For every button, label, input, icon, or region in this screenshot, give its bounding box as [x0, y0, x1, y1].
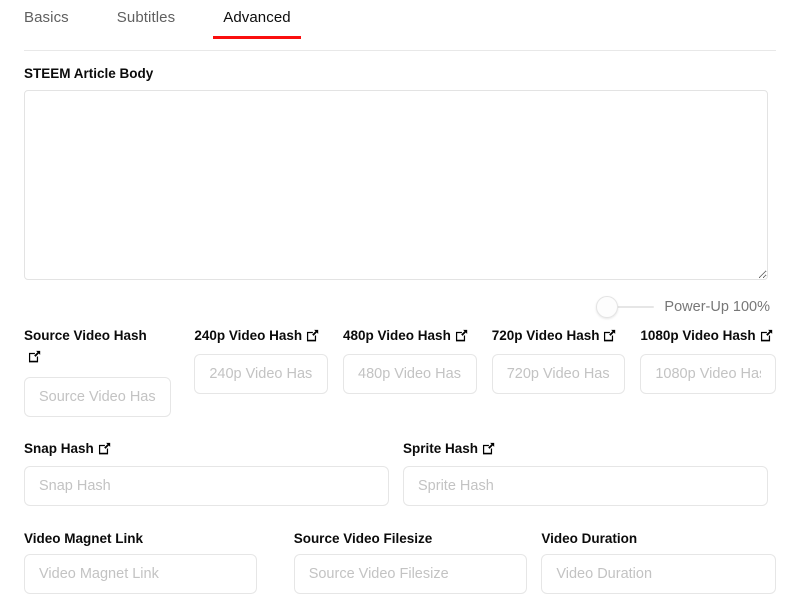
snap-hash-label: Snap Hash — [24, 439, 389, 461]
sprite-hash-label: Sprite Hash — [403, 439, 768, 461]
advanced-panel: STEEM Article Body Power-Up 100% Source … — [0, 64, 800, 595]
video-duration-label: Video Duration — [541, 531, 638, 546]
power-up-toggle[interactable] — [596, 296, 655, 319]
video-hash-row: Source Video Hash 240p Video Hash 480p V… — [24, 326, 776, 417]
steem-article-body-label: STEEM Article Body — [24, 66, 154, 81]
1080p-video-hash-input[interactable] — [640, 353, 776, 394]
external-link-icon[interactable] — [28, 349, 41, 369]
1080p-video-hash-label: 1080p Video Hash — [640, 326, 776, 348]
480p-video-hash-input[interactable] — [343, 353, 477, 394]
label-text: 480p Video Hash — [343, 328, 451, 344]
tab-advanced[interactable]: Advanced — [213, 3, 301, 39]
field-group-720p-video-hash: 720p Video Hash — [491, 326, 626, 394]
external-link-icon[interactable] — [306, 328, 319, 348]
field-group-1080p-video-hash: 1080p Video Hash — [640, 326, 776, 394]
video-meta-row: Video Magnet Link Source Video Filesize … — [24, 529, 777, 595]
external-link-icon[interactable] — [455, 328, 468, 348]
label-text: 240p Video Hash — [194, 328, 303, 344]
video-magnet-link-input[interactable] — [24, 554, 257, 595]
720p-video-hash-label: 720p Video Hash — [492, 326, 626, 348]
power-up-row: Power-Up 100% — [24, 290, 776, 324]
snap-hash-input[interactable] — [24, 466, 389, 506]
240p-video-hash-label: 240p Video Hash — [194, 326, 328, 348]
source-video-hash-input[interactable] — [24, 376, 172, 417]
field-group-sprite-hash: Sprite Hash — [403, 439, 768, 506]
240p-video-hash-input[interactable] — [194, 353, 329, 394]
tab-bar: Basics Subtitles Advanced — [0, 3, 800, 51]
toggle-knob — [596, 296, 619, 319]
label-text: Snap Hash — [24, 440, 94, 456]
video-magnet-link-label: Video Magnet Link — [24, 531, 144, 546]
field-group-video-duration: Video Duration — [541, 529, 777, 595]
power-up-label: Power-Up 100% — [664, 299, 770, 316]
source-video-filesize-label: Source Video Filesize — [293, 531, 433, 546]
tab-basics[interactable]: Basics — [24, 3, 69, 38]
video-duration-input[interactable] — [541, 554, 777, 595]
720p-video-hash-input[interactable] — [491, 353, 626, 394]
external-link-icon[interactable] — [98, 441, 111, 461]
field-group-240p-video-hash: 240p Video Hash — [194, 326, 329, 394]
sprite-hash-input[interactable] — [403, 466, 768, 506]
external-link-icon[interactable] — [482, 441, 495, 461]
external-link-icon[interactable] — [603, 328, 616, 348]
field-group-source-video-hash: Source Video Hash — [24, 326, 172, 417]
label-text: Source Video Hash — [24, 328, 147, 344]
field-group-480p-video-hash: 480p Video Hash — [343, 326, 477, 394]
external-link-icon[interactable] — [760, 328, 773, 348]
label-text: Sprite Hash — [403, 440, 479, 456]
source-video-filesize-input[interactable] — [293, 554, 528, 595]
label-text: 1080p Video Hash — [640, 328, 756, 344]
field-group-video-magnet-link: Video Magnet Link — [24, 529, 257, 595]
steem-article-body-textarea[interactable] — [24, 90, 768, 281]
label-text: 720p Video Hash — [491, 328, 600, 344]
source-video-hash-label: Source Video Hash — [24, 326, 149, 369]
tab-subtitles[interactable]: Subtitles — [117, 3, 175, 38]
media-hash-row: Snap Hash Sprite Hash — [24, 439, 776, 506]
480p-video-hash-label: 480p Video Hash — [343, 326, 477, 348]
field-group-source-video-filesize: Source Video Filesize — [293, 529, 528, 595]
field-group-snap-hash: Snap Hash — [24, 439, 389, 506]
